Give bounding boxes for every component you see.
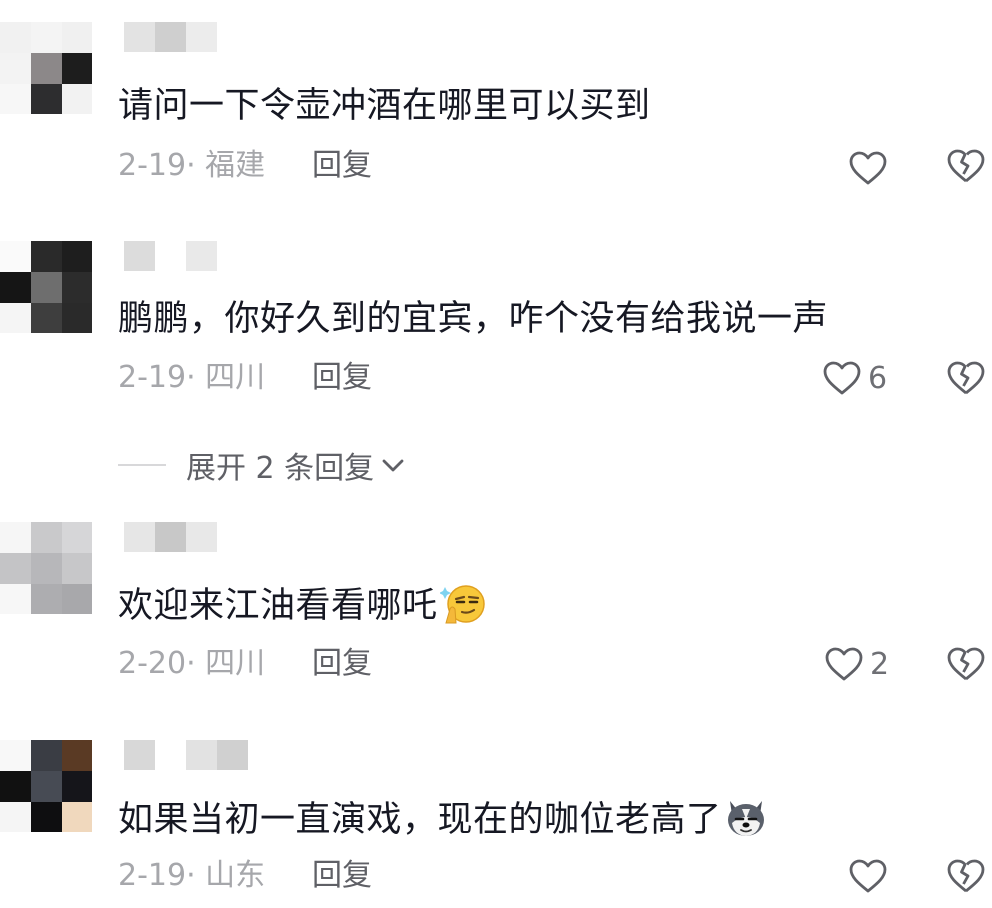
like-button[interactable]: 2 [824, 644, 889, 684]
broken-heart-icon [947, 859, 985, 893]
divider-line [118, 464, 166, 466]
comment-date: 2-20 [118, 646, 187, 681]
heart-icon [849, 151, 887, 185]
comment-location: 四川 [205, 646, 266, 681]
thinking-smirk-emoji [439, 585, 485, 624]
comment-meta: 2-20· 四川 [118, 646, 266, 681]
comment-date: 2-19 [118, 148, 187, 183]
dislike-button[interactable] [946, 360, 986, 396]
comment-meta: 2-19· 福建 [118, 148, 266, 183]
like-button[interactable] [848, 856, 888, 896]
broken-heart-icon [947, 361, 985, 395]
comment-location: 福建 [205, 148, 266, 183]
dislike-button[interactable] [946, 858, 986, 894]
avatar[interactable] [0, 522, 92, 614]
reply-button[interactable]: 回复 [312, 646, 372, 682]
reply-button[interactable]: 回复 [312, 858, 372, 894]
comment-meta: 2-19· 四川 [118, 360, 266, 395]
comment-text: 请问一下令壶冲酒在哪里可以买到 [118, 86, 651, 126]
comment-text: 鹏鹏，你好久到的宜宾，咋个没有给我说一声 [118, 299, 829, 339]
expand-replies-button[interactable]: 展开 2 条回复 [118, 445, 406, 486]
avatar[interactable] [0, 241, 92, 333]
avatar[interactable] [0, 740, 92, 832]
comment-location: 山东 [205, 858, 266, 893]
reply-button[interactable]: 回复 [312, 360, 372, 396]
dislike-button[interactable] [946, 148, 986, 184]
broken-heart-icon [947, 647, 985, 681]
avatar[interactable] [0, 22, 92, 114]
chevron-down-icon [382, 459, 404, 472]
like-button[interactable] [848, 148, 888, 188]
comment-text: 欢迎来江油看看哪吒 [118, 583, 486, 628]
like-button[interactable]: 6 [822, 358, 887, 398]
husky-dog-emoji [727, 801, 764, 836]
comment-meta: 2-19· 山东 [118, 858, 266, 893]
heart-icon [825, 647, 863, 681]
heart-icon [823, 361, 861, 395]
reply-button[interactable]: 回复 [312, 148, 372, 184]
comment-date: 2-19 [118, 858, 187, 893]
like-count: 6 [868, 360, 888, 396]
expand-replies-label: 展开 2 条回复 [186, 451, 375, 486]
like-count: 2 [870, 646, 890, 682]
heart-icon [849, 859, 887, 893]
comment-text: 如果当初一直演戏，现在的咖位老高了 [118, 797, 768, 842]
dislike-button[interactable] [946, 646, 986, 682]
comment-location: 四川 [205, 360, 266, 395]
broken-heart-icon [947, 149, 985, 183]
comment-date: 2-19 [118, 360, 187, 395]
